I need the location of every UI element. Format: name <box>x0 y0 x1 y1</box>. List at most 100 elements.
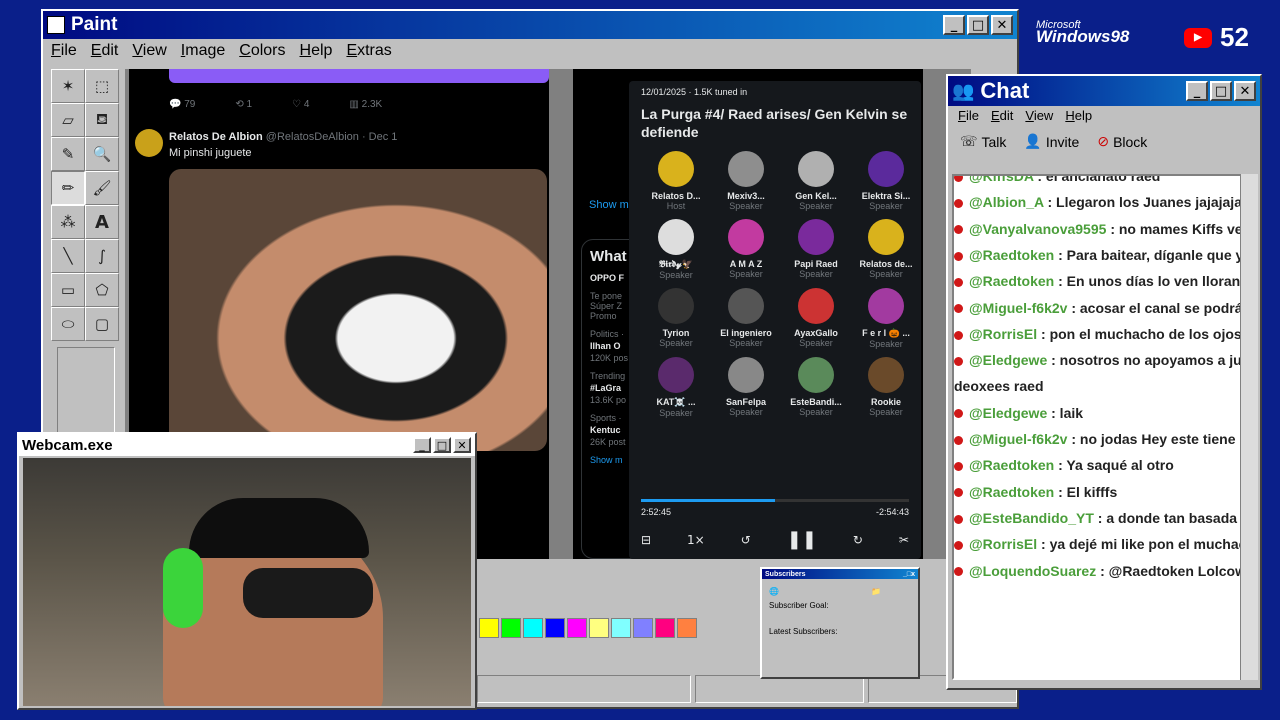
close-button[interactable]: ✕ <box>1234 81 1256 101</box>
reply-count[interactable]: 💬 79 <box>169 99 195 110</box>
participant[interactable]: El ingeniero Speaker <box>711 288 781 349</box>
chat-menu-help[interactable]: Help <box>1065 108 1092 123</box>
participant[interactable]: 𝕭𝖎𝖗𝖉𝔂🦅 Speaker <box>641 219 711 280</box>
pencil-icon[interactable]: ✏ <box>51 171 85 205</box>
rewind-icon[interactable]: ↺ <box>741 533 751 547</box>
chat-username[interactable]: @Eledgewe <box>969 352 1047 368</box>
menu-colors[interactable]: Colors <box>239 42 285 60</box>
playback-progress[interactable] <box>641 499 909 502</box>
retweet-count[interactable]: ⟲ 1 <box>235 99 252 110</box>
chat-username[interactable]: @Miguel-f6k2v <box>969 300 1067 316</box>
chat-username[interactable]: @Raedtoken <box>969 484 1054 500</box>
participant[interactable]: SanFelpa Speaker <box>711 357 781 418</box>
line-icon[interactable]: ╲ <box>51 239 85 273</box>
menu-image[interactable]: Image <box>181 42 225 60</box>
tool-options[interactable] <box>57 347 115 439</box>
captions-icon[interactable]: ⊟ <box>641 533 651 547</box>
rounded-rect-icon[interactable]: ▢ <box>85 307 119 341</box>
close-button[interactable]: ✕ <box>453 437 471 453</box>
avatar[interactable] <box>135 129 163 157</box>
participant[interactable]: Gen Kel... Speaker <box>781 151 851 211</box>
rect-select-icon[interactable]: ⬚ <box>85 69 119 103</box>
chat-scrollbar[interactable] <box>1240 174 1258 680</box>
participant[interactable]: AyaxGallo Speaker <box>781 288 851 349</box>
subscribers-titlebar[interactable]: Subscribers _□x <box>762 569 918 579</box>
block-button[interactable]: ⊘ Block <box>1097 133 1147 150</box>
paint-titlebar[interactable]: Paint _ □ ✕ <box>43 11 1017 39</box>
palette-swatch[interactable] <box>611 618 631 638</box>
chat-username[interactable]: @Miguel-f6k2v <box>969 431 1067 447</box>
chat-menu-edit[interactable]: Edit <box>991 108 1013 123</box>
close-button[interactable]: ✕ <box>991 15 1013 35</box>
participant[interactable]: Rookie Speaker <box>851 357 921 418</box>
color-picker-icon[interactable]: ✎ <box>51 137 85 171</box>
chat-log[interactable]: @KiffsDA : el ancianato raed @Albion_A : … <box>952 174 1246 680</box>
participant[interactable]: EsteBandi... Speaker <box>781 357 851 418</box>
talk-button[interactable]: ☏ Talk <box>960 133 1006 150</box>
participant[interactable]: Mexiv3... Speaker <box>711 151 781 211</box>
maximize-button[interactable]: □ <box>1210 81 1232 101</box>
chat-username[interactable]: @Raedtoken <box>969 457 1054 473</box>
clip-icon[interactable]: ✂ <box>899 533 909 547</box>
subscribers-window-buttons[interactable]: _□x <box>903 571 915 578</box>
maximize-button[interactable]: □ <box>433 437 451 453</box>
eraser-icon[interactable]: ▱ <box>51 103 85 137</box>
menu-file[interactable]: File <box>51 42 77 60</box>
fill-bucket-icon[interactable]: ⛾ <box>85 103 119 137</box>
text-icon[interactable]: A <box>85 205 119 239</box>
free-select-icon[interactable]: ✶ <box>51 69 85 103</box>
forward-icon[interactable]: ↻ <box>853 533 863 547</box>
chat-username[interactable]: @Vanyalvanova9595 <box>969 221 1106 237</box>
menu-extras[interactable]: Extras <box>346 42 391 60</box>
webcam-titlebar[interactable]: Webcam.exe _ □ ✕ <box>19 434 475 456</box>
palette-swatch[interactable] <box>633 618 653 638</box>
minimize-button[interactable]: _ <box>1186 81 1208 101</box>
chat-username[interactable]: @Albion_A <box>969 194 1044 210</box>
brush-icon[interactable]: 🖌 <box>85 171 119 205</box>
chat-username[interactable]: @Eledgewe <box>969 405 1047 421</box>
chat-titlebar[interactable]: 👥 Chat _ □ ✕ <box>948 76 1260 106</box>
speed-button[interactable]: 1× <box>687 533 705 547</box>
participant[interactable]: Elektra Si... Speaker <box>851 151 921 211</box>
magnifier-icon[interactable]: 🔍 <box>85 137 119 171</box>
palette-swatch[interactable] <box>589 618 609 638</box>
palette-swatch[interactable] <box>567 618 587 638</box>
view-count[interactable]: ▥ 2.3K <box>349 99 382 110</box>
participant[interactable]: Papi Raed Speaker <box>781 219 851 280</box>
chat-username[interactable]: @RorrisEl <box>969 536 1037 552</box>
chat-username[interactable]: @EsteBandido_YT <box>969 510 1094 526</box>
maximize-button[interactable]: □ <box>967 15 989 35</box>
palette-swatch[interactable] <box>479 618 499 638</box>
palette-swatch[interactable] <box>677 618 697 638</box>
menu-view[interactable]: View <box>132 42 166 60</box>
participant[interactable]: Tyrion Speaker <box>641 288 711 349</box>
participant[interactable]: Relatos D... Host <box>641 151 711 211</box>
curve-icon[interactable]: ∫ <box>85 239 119 273</box>
palette-swatch[interactable] <box>501 618 521 638</box>
palette-swatch[interactable] <box>523 618 543 638</box>
tweet-author[interactable]: Relatos De Albion <box>169 131 263 143</box>
chat-username[interactable]: @Raedtoken <box>969 247 1054 263</box>
chat-menu-file[interactable]: File <box>958 108 979 123</box>
invite-button[interactable]: 👤 Invite <box>1024 133 1079 150</box>
pause-icon[interactable]: ❚❚ <box>787 529 817 550</box>
participant[interactable]: A M A Z Speaker <box>711 219 781 280</box>
participant[interactable]: KAT☠️ ... Speaker <box>641 357 711 418</box>
chat-username[interactable]: @LoquendoSuarez <box>969 563 1096 579</box>
airbrush-icon[interactable]: ⁂ <box>51 205 85 239</box>
chat-username[interactable]: @Raedtoken <box>969 273 1054 289</box>
participant[interactable]: Relatos de... Speaker <box>851 219 921 280</box>
tweet-photo[interactable] <box>169 169 547 451</box>
ellipse-icon[interactable]: ⬭ <box>51 307 85 341</box>
menu-edit[interactable]: Edit <box>91 42 119 60</box>
show-more-link[interactable]: Show m <box>589 199 629 211</box>
chat-menu-view[interactable]: View <box>1025 108 1053 123</box>
rectangle-icon[interactable]: ▭ <box>51 273 85 307</box>
chat-username[interactable]: @KiffsDA <box>969 176 1033 184</box>
minimize-button[interactable]: _ <box>413 437 431 453</box>
participant[interactable]: F e r l 🎃 ... Speaker <box>851 288 921 349</box>
like-count[interactable]: ♡ 4 <box>292 99 309 110</box>
polygon-icon[interactable]: ⬠ <box>85 273 119 307</box>
palette-swatch[interactable] <box>655 618 675 638</box>
chat-username[interactable]: @RorrisEl <box>969 326 1037 342</box>
